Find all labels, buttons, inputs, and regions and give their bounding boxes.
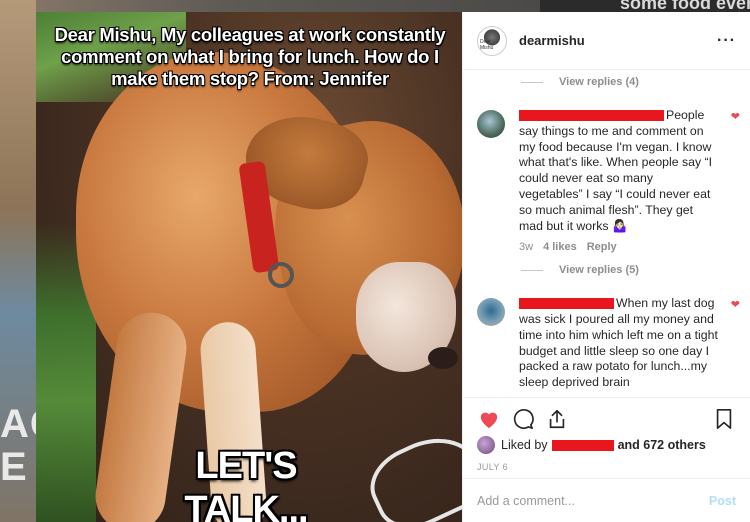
add-comment-bar: Post xyxy=(463,478,750,522)
post-header: Dear Mishu dearmishu ··· xyxy=(463,12,750,70)
meme-top-text: Dear Mishu, My colleagues at work consta… xyxy=(54,24,446,89)
author-avatar[interactable]: Dear Mishu xyxy=(477,25,507,56)
background-caption: some food every day. D xyxy=(540,0,750,12)
comment-bubble-icon[interactable] xyxy=(511,407,535,431)
comment-like-heart-icon[interactable]: ❤ xyxy=(731,110,740,123)
commenter-avatar[interactable] xyxy=(477,110,505,138)
post-date: JULY 6 xyxy=(477,462,509,472)
likes-summary: Liked by and 672 others xyxy=(463,432,750,454)
author-username[interactable]: dearmishu xyxy=(519,33,585,48)
comment-meta: 3w 4 likes Reply xyxy=(519,240,719,256)
redacted-username[interactable] xyxy=(519,110,664,122)
more-horizontal-icon[interactable]: ··· xyxy=(717,32,736,50)
share-icon[interactable] xyxy=(545,407,569,431)
comment-time: 3w xyxy=(519,241,534,254)
post-image[interactable]: Dear Mishu, My colleagues at work consta… xyxy=(36,12,462,522)
comment-like-heart-icon[interactable]: ❤ xyxy=(731,298,740,311)
comment-text: When my last dog was sick I poured all m… xyxy=(519,296,718,390)
commenter-avatar[interactable] xyxy=(477,298,505,327)
post-side-panel: Dear Mishu dearmishu ··· View replies (4… xyxy=(462,12,750,522)
bookmark-icon[interactable] xyxy=(712,407,736,431)
liker-avatar[interactable] xyxy=(477,436,495,454)
view-replies-button[interactable]: View replies (5) xyxy=(463,264,750,276)
redacted-liker-name[interactable] xyxy=(551,439,614,451)
redacted-username[interactable] xyxy=(519,298,614,310)
view-replies-button[interactable]: View replies (4) xyxy=(463,76,750,88)
comment-text: People say things to me and comment on m… xyxy=(519,108,713,233)
comment-item: When my last dog was sick I poured all m… xyxy=(463,296,750,391)
comments-list[interactable]: View replies (4) People say things to me… xyxy=(463,71,750,397)
comment-item: People say things to me and comment on m… xyxy=(463,108,750,256)
likes-count[interactable]: and 672 others xyxy=(618,438,706,452)
comment-input[interactable] xyxy=(477,493,709,508)
meme-bottom-text: LET'S TALK... xyxy=(184,445,308,522)
reply-button[interactable]: Reply xyxy=(587,240,617,256)
post-comment-button[interactable]: Post xyxy=(709,494,736,508)
sunglasses xyxy=(359,422,462,522)
comment-likes[interactable]: 4 likes xyxy=(543,240,577,256)
like-heart-icon[interactable] xyxy=(477,407,501,431)
